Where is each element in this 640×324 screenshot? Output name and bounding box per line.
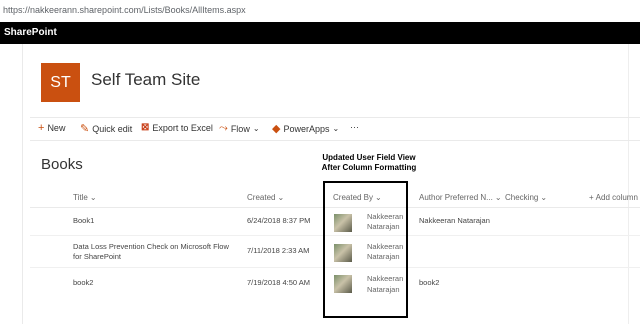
powerapps-button[interactable]: ◆ PowerApps ⌄: [272, 122, 339, 135]
column-header-author[interactable]: Author Preferred N... ⌄: [419, 193, 502, 202]
flow-icon: ⤳: [219, 122, 228, 134]
column-header-created[interactable]: Created ⌄: [247, 193, 284, 202]
address-bar[interactable]: https://nakkeerann.sharepoint.com/Lists/…: [0, 0, 640, 23]
row-created: 7/19/2018 4:50 AM: [247, 278, 310, 287]
column-header-title[interactable]: Title ⌄: [73, 193, 97, 202]
suite-brand[interactable]: SharePoint: [4, 27, 57, 38]
site-logo[interactable]: ST: [41, 63, 80, 102]
column-header-created-label: Created: [247, 193, 276, 202]
quick-edit-button[interactable]: ✎ Quick edit: [80, 122, 132, 135]
row-created: 7/11/2018 2:33 AM: [247, 246, 310, 255]
chevron-down-icon: ⌄: [494, 193, 502, 202]
row-title[interactable]: book2: [73, 278, 233, 288]
new-button[interactable]: + New: [38, 122, 65, 134]
column-header-checking[interactable]: Checking ⌄: [505, 193, 547, 202]
chevron-down-icon: ⌄: [540, 193, 548, 202]
annotation-line-1: Updated User Field View: [322, 153, 416, 162]
flow-label: Flow: [230, 123, 250, 134]
export-label: Export to Excel: [152, 122, 213, 133]
chevron-down-icon: ⌄: [332, 124, 340, 133]
export-button[interactable]: ⊠ Export to Excel: [141, 122, 213, 133]
command-bar: + New ✎ Quick edit ⊠ Export to Excel ⤳ F…: [30, 117, 640, 141]
plus-icon: +: [38, 122, 45, 134]
add-column-button[interactable]: + Add column: [589, 193, 638, 202]
add-column-label: Add column: [595, 193, 638, 202]
annotation-line-2: After Column Formatting: [321, 163, 417, 172]
excel-icon: ⊠: [141, 122, 150, 133]
list-title: Books: [41, 156, 83, 173]
annotation-callout: Updated User Field View After Column For…: [313, 153, 425, 173]
chevron-down-icon: ⌄: [277, 193, 285, 202]
row-created: 6/24/2018 8:37 PM: [247, 216, 311, 225]
site-logo-text: ST: [50, 73, 71, 91]
highlight-box: [323, 181, 408, 318]
site-title[interactable]: Self Team Site: [91, 70, 200, 90]
chevron-down-icon: ⌄: [89, 193, 97, 202]
flow-button[interactable]: ⤳ Flow ⌄: [219, 122, 260, 135]
more-button[interactable]: ···: [350, 122, 359, 132]
row-author: book2: [419, 278, 440, 287]
plus-icon: +: [589, 193, 594, 202]
left-rail: [0, 44, 23, 324]
quick-edit-label: Quick edit: [92, 123, 133, 134]
row-author: Nakkeeran Natarajan: [419, 216, 490, 225]
vertical-scrollbar[interactable]: [628, 44, 640, 324]
suite-bar: SharePoint: [0, 22, 640, 44]
powerapps-icon: ◆: [272, 123, 281, 135]
pencil-icon: ✎: [80, 123, 90, 135]
new-label: New: [47, 123, 66, 133]
column-header-title-label: Title: [73, 193, 88, 202]
url-text[interactable]: https://nakkeerann.sharepoint.com/Lists/…: [3, 5, 246, 15]
column-header-checking-label: Checking: [505, 193, 539, 202]
row-title[interactable]: Book1: [73, 216, 233, 226]
chevron-down-icon: ⌄: [252, 124, 260, 133]
powerapps-label: PowerApps: [283, 123, 330, 134]
column-header-author-label: Author Preferred N...: [419, 193, 493, 202]
more-icon: ···: [350, 122, 359, 132]
row-title[interactable]: Data Loss Prevention Check on Microsoft …: [73, 242, 238, 262]
